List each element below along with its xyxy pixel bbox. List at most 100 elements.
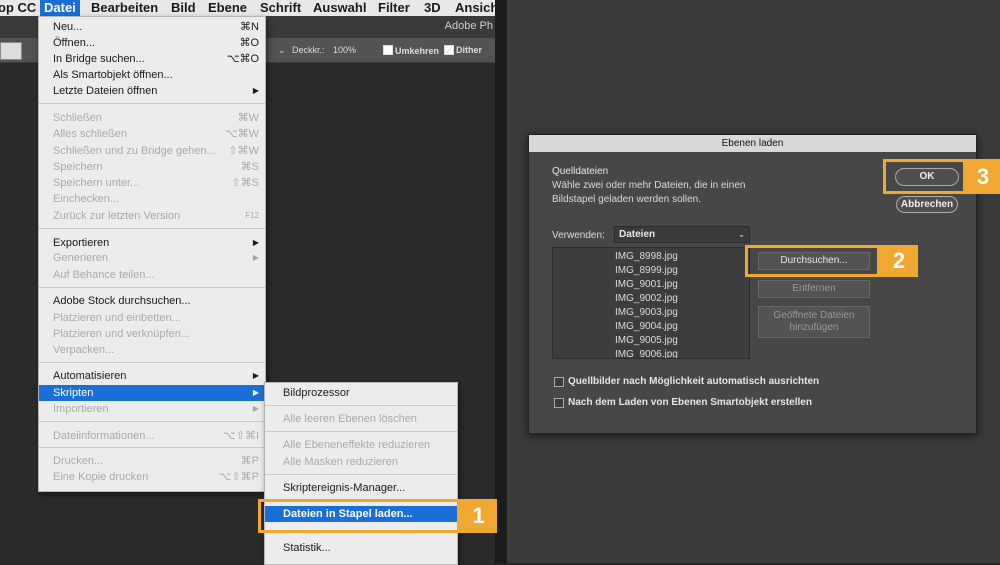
menu-item-package[interactable]: Verpacken... [39,342,265,358]
file-list-item[interactable]: IMG_8999.jpg [615,265,678,276]
submenu-item-delete-empty-layers[interactable]: Alle leeren Ebenen löschen [265,411,457,427]
menu-item-print[interactable]: Drucken... ⌘P [39,453,265,469]
reverse-option[interactable]: Umkehren [383,45,439,56]
menu-item-label: Speichern unter... [53,177,140,189]
menu-item-scripts[interactable]: Skripten ▶ [39,385,265,401]
description-line-1: Wähle zwei oder mehr Dateien, die in ein… [552,180,746,191]
submenu-arrow-icon: ▶ [252,238,259,247]
submenu-item-label: Bildprozessor [283,387,350,399]
menu-schrift[interactable]: Schrift [260,0,301,16]
menu-item-label: Einchecken... [53,193,120,205]
submenu-item-script-events[interactable]: Skriptereignis-Manager... [265,480,457,496]
file-list[interactable]: IMG_8998.jpg IMG_8999.jpg IMG_9001.jpg I… [552,247,750,359]
menu-item-behance[interactable]: Auf Behance teilen... [39,267,265,283]
menu-item-open[interactable]: Öffnen... ⌘O [39,35,265,51]
menu-item-generate[interactable]: Generieren ▶ [39,250,265,266]
menu-3d[interactable]: 3D [424,0,441,16]
submenu-item-label: Alle leeren Ebenen löschen [283,413,417,425]
file-list-item[interactable]: IMG_9006.jpg [615,349,678,358]
shortcut: ⌘S [240,161,259,173]
smart-object-checkbox[interactable] [554,398,564,408]
auto-align-label: Quellbilder nach Möglichkeit automatisch… [568,376,820,387]
menu-item-label: Exportieren [53,237,110,249]
add-open-files-button[interactable]: Geöffnete Dateien hinzufügen [758,306,870,338]
menu-bearbeiten[interactable]: Bearbeiten [91,0,158,16]
submenu-item-statistics[interactable]: Statistik... [265,540,457,556]
gradient-swatch[interactable] [0,42,22,60]
menu-separator [39,421,265,422]
menu-item-import[interactable]: Importieren ▶ [39,401,265,417]
use-select-value: Dateien [619,229,656,240]
file-list-item[interactable]: IMG_8998.jpg [615,251,678,262]
submenu-item-label: Alle Masken reduzieren [283,456,398,468]
menu-bild[interactable]: Bild [171,0,196,16]
submenu-item-flatten-effects[interactable]: Alle Ebeneneffekte reduzieren [265,437,457,453]
callout-badge-1: 1 [460,499,497,533]
menu-item-export[interactable]: Exportieren ▶ [39,235,265,251]
dither-option[interactable]: ✓ Dither [444,45,482,56]
reverse-checkbox[interactable] [383,45,393,55]
menu-item-print-copy[interactable]: Eine Kopie drucken ⌥⇧⌘P [39,469,265,485]
smart-object-label: Nach dem Laden von Ebenen Smartobjekt er… [568,397,812,408]
shortcut: ⌘O [239,37,259,49]
reverse-label: Umkehren [395,46,440,56]
menu-datei[interactable]: Datei [40,0,80,16]
callout-frame-3 [883,159,966,194]
shortcut: ⇧⌘S [231,177,259,189]
submenu-item-flatten-masks[interactable]: Alle Masken reduzieren [265,454,457,470]
menu-app[interactable]: op CC [0,0,36,16]
file-list-item[interactable]: IMG_9001.jpg [615,279,678,290]
file-list-item[interactable]: IMG_9005.jpg [615,335,678,346]
menu-item-automate[interactable]: Automatisieren ▶ [39,368,265,384]
menu-item-label: In Bridge suchen... [53,53,145,65]
menu-item-place-linked[interactable]: Platzieren und verknüpfen... [39,326,265,342]
auto-align-checkbox[interactable] [554,377,564,387]
menu-filter[interactable]: Filter [378,0,410,16]
menu-item-bridge[interactable]: In Bridge suchen... ⌥⌘O [39,51,265,67]
menu-item-recent[interactable]: Letzte Dateien öffnen ▶ [39,83,265,99]
dither-checkbox[interactable]: ✓ [444,45,454,56]
menu-item-adobe-stock[interactable]: Adobe Stock durchsuchen... [39,293,265,309]
cancel-button[interactable]: Abbrechen [896,196,958,213]
file-list-item[interactable]: IMG_9004.jpg [615,321,678,332]
menu-item-close-bridge[interactable]: Schließen und zu Bridge gehen... ⇧⌘W [39,143,265,159]
submenu-item-image-processor[interactable]: Bildprozessor [265,385,457,401]
menu-item-place-embedded[interactable]: Platzieren und einbetten... [39,310,265,326]
opacity-value[interactable]: 100% [333,45,356,55]
file-list-item[interactable]: IMG_9003.jpg [615,307,678,318]
use-label: Verwenden: [552,230,605,241]
submenu-arrow-icon: ▶ [252,404,259,413]
scripts-submenu: Bildprozessor Alle leeren Ebenen löschen… [264,382,458,565]
menu-item-file-info[interactable]: Dateiinformationen... ⌥⇧⌘I [39,428,265,444]
submenu-arrow-icon: ▶ [252,253,259,262]
menu-bar: op CC Datei Bearbeiten Bild Ebene Schrif… [0,0,495,16]
menu-item-save[interactable]: Speichern ⌘S [39,159,265,175]
opacity-chevron-icon[interactable]: ⌄ [278,45,286,56]
menu-item-smart-object[interactable]: Als Smartobjekt öffnen... [39,67,265,83]
callout-badge-3: 3 [966,159,1000,194]
menu-item-new[interactable]: Neu... ⌘N [39,19,265,35]
menu-item-label: Letzte Dateien öffnen [53,85,158,97]
remove-button[interactable]: Entfernen [758,280,870,298]
submenu-arrow-icon: ▶ [252,371,259,380]
menu-ansicht[interactable]: Ansich [455,0,495,16]
menu-item-label: Platzieren und verknüpfen... [53,328,190,340]
menu-auswahl[interactable]: Auswahl [313,0,366,16]
menu-item-revert[interactable]: Zurück zur letzten Version F12 [39,208,265,224]
menu-item-label: Skripten [53,387,94,399]
menu-ebene[interactable]: Ebene [208,0,247,16]
use-select[interactable]: Dateien ⌄ [614,226,750,243]
submenu-arrow-icon: ▶ [252,388,259,397]
menu-item-save-as[interactable]: Speichern unter... ⇧⌘S [39,175,265,191]
menu-item-label: Automatisieren [53,370,127,382]
menu-item-label: Schließen [53,112,102,124]
add-open-files-line1: Geöffnete Dateien [773,310,855,321]
menu-item-checkin[interactable]: Einchecken... [39,191,265,207]
menu-item-close[interactable]: Schließen ⌘W [39,110,265,126]
menu-item-label: Verpacken... [53,344,115,356]
panel-divider [495,0,507,563]
menu-item-label: Alles schließen [53,128,127,140]
menu-item-label: Importieren [53,403,109,415]
file-list-item[interactable]: IMG_9002.jpg [615,293,678,304]
menu-item-close-all[interactable]: Alles schließen ⌥⌘W [39,126,265,142]
